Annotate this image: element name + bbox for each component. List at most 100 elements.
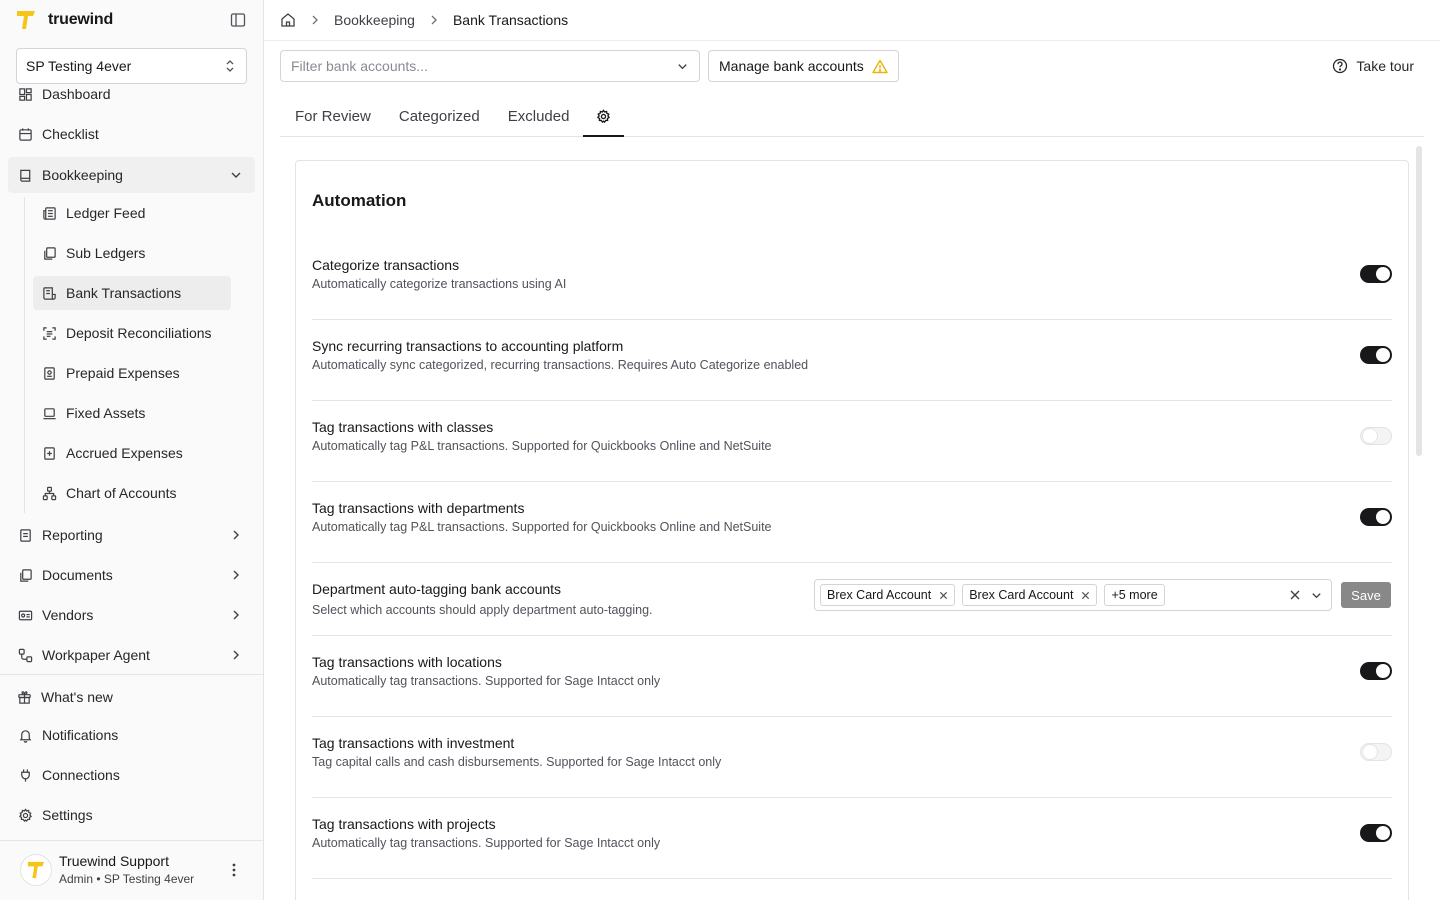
sub-nav-accrued-expenses[interactable]: Accrued Expenses xyxy=(33,436,231,470)
sync-recurring-toggle[interactable] xyxy=(1360,346,1392,364)
automation-title: Automation xyxy=(312,191,407,210)
nav-label: Vendors xyxy=(42,607,94,623)
tab-label: For Review xyxy=(295,107,371,125)
brand[interactable]: truewind xyxy=(16,8,113,32)
take-tour-button[interactable]: Take tour xyxy=(1332,52,1414,80)
dashboard-icon xyxy=(19,87,32,101)
chevron-down-icon[interactable] xyxy=(1310,589,1323,602)
sub-nav-label: Prepaid Expenses xyxy=(66,365,180,381)
tab-settings[interactable] xyxy=(583,96,625,137)
setting-description: Automatically tag transactions. Supporte… xyxy=(312,836,661,850)
more-vertical-icon[interactable] xyxy=(228,862,240,878)
setting-row-projects: Tag transactions with projects Automatic… xyxy=(312,798,1392,879)
main-content: Bookkeeping Bank Transactions Manage ban… xyxy=(264,0,1440,900)
nav-bookkeeping[interactable]: Bookkeeping xyxy=(8,157,255,193)
nav-label: Settings xyxy=(42,807,93,823)
gift-icon xyxy=(18,690,31,704)
nav-label: Reporting xyxy=(42,527,103,543)
investment-toggle[interactable] xyxy=(1360,743,1392,761)
close-icon[interactable] xyxy=(1081,591,1090,600)
chevron-right-icon xyxy=(312,15,318,25)
departments-toggle[interactable] xyxy=(1360,508,1392,526)
home-icon[interactable] xyxy=(280,12,296,28)
tab-excluded[interactable]: Excluded xyxy=(494,96,584,136)
categorize-toggle[interactable] xyxy=(1360,265,1392,283)
tab-for-review[interactable]: For Review xyxy=(280,96,386,136)
warning-icon xyxy=(872,59,888,73)
nav-workpaper-agent[interactable]: Workpaper Agent xyxy=(8,637,255,673)
nav-connections[interactable]: Connections xyxy=(8,757,255,793)
nav-label: Checklist xyxy=(42,126,99,142)
sub-nav-deposit-reconciliations[interactable]: Deposit Reconciliations xyxy=(33,316,231,350)
chevron-right-icon xyxy=(431,15,437,25)
bell-icon xyxy=(19,729,32,743)
nav-label: Notifications xyxy=(42,727,119,743)
nav-reporting[interactable]: Reporting xyxy=(8,517,255,553)
chevron-right-icon xyxy=(233,570,239,580)
user-role: Admin • SP Testing 4ever xyxy=(59,872,195,886)
tab-categorized[interactable]: Categorized xyxy=(386,96,494,136)
setting-row-dept-accounts: Department auto-tagging bank accounts Se… xyxy=(312,563,1392,636)
more-accounts-chip[interactable]: +5 more xyxy=(1104,584,1165,606)
dept-accounts-multiselect[interactable]: Brex Card Account Brex Card Account +5 m… xyxy=(814,579,1332,611)
nav-documents[interactable]: Documents xyxy=(8,557,255,593)
report-icon xyxy=(20,528,31,542)
sub-nav-label: Deposit Reconciliations xyxy=(66,325,212,341)
sub-nav-fixed-assets[interactable]: Fixed Assets xyxy=(33,396,231,430)
setting-description: Automatically tag P&L transactions. Supp… xyxy=(312,439,772,453)
setting-description: Automatically tag transactions. Supporte… xyxy=(312,674,661,688)
chip-label: Brex Card Account xyxy=(827,588,932,602)
manage-bank-accounts-button[interactable]: Manage bank accounts xyxy=(708,50,899,82)
sub-nav-prepaid-expenses[interactable]: Prepaid Expenses xyxy=(33,356,231,390)
projects-toggle[interactable] xyxy=(1360,824,1392,842)
setting-row-locations: Tag transactions with locations Automati… xyxy=(312,636,1392,717)
bank-account-filter[interactable] xyxy=(280,50,700,82)
nav-label: Dashboard xyxy=(42,86,111,102)
chevron-right-icon xyxy=(233,610,239,620)
note-lock-icon xyxy=(44,366,55,380)
setting-title: Department auto-tagging bank accounts xyxy=(312,581,562,597)
save-button[interactable]: Save xyxy=(1341,582,1391,608)
close-icon[interactable] xyxy=(939,591,948,600)
nav-label: Bookkeeping xyxy=(42,167,123,183)
nav-whats-new[interactable]: What's new xyxy=(8,679,255,715)
nav-notifications[interactable]: Notifications xyxy=(8,717,255,753)
nav-dashboard[interactable]: Dashboard xyxy=(8,76,255,112)
sub-nav-bank-transactions[interactable]: Bank Transactions xyxy=(33,276,231,310)
setting-description: Select which accounts should apply depar… xyxy=(312,603,653,617)
locations-toggle[interactable] xyxy=(1360,662,1392,680)
sub-nav-rail xyxy=(24,197,25,513)
truewind-logo-icon xyxy=(27,861,45,879)
setting-description: Automatically categorize transactions us… xyxy=(312,277,567,291)
nav-label: What's new xyxy=(41,689,113,705)
receipt-icon xyxy=(43,286,56,300)
sub-nav-sub-ledgers[interactable]: Sub Ledgers xyxy=(33,236,231,270)
sub-nav-chart-of-accounts[interactable]: Chart of Accounts xyxy=(33,476,231,510)
nav-checklist[interactable]: Checklist xyxy=(8,116,255,152)
chip-label: +5 more xyxy=(1111,588,1158,602)
setting-title: Tag transactions with classes xyxy=(312,419,494,435)
nav-settings[interactable]: Settings xyxy=(8,797,255,833)
setting-row-investment: Tag transactions with investment Tag cap… xyxy=(312,717,1392,798)
user-profile[interactable]: Truewind Support Admin • SP Testing 4eve… xyxy=(20,852,254,888)
sidebar-divider xyxy=(0,840,264,841)
setting-title: Sync recurring transactions to accountin… xyxy=(312,338,624,354)
breadcrumb-bookkeeping[interactable]: Bookkeeping xyxy=(334,12,415,28)
bank-account-filter-input[interactable] xyxy=(291,58,651,74)
laptop-icon xyxy=(43,407,56,419)
workflow-icon xyxy=(18,648,33,662)
scrollbar[interactable] xyxy=(1416,146,1422,456)
setting-row-classes: Tag transactions with classes Automatica… xyxy=(312,401,1392,482)
app-name: truewind xyxy=(48,11,114,28)
nav-vendors[interactable]: Vendors xyxy=(8,597,255,633)
sidebar: truewind SP Testing 4ever Dashboard Chec… xyxy=(0,0,264,900)
sub-nav-label: Bank Transactions xyxy=(66,285,182,301)
classes-toggle[interactable] xyxy=(1360,427,1392,445)
clear-icon[interactable] xyxy=(1289,589,1301,601)
sub-nav-label: Fixed Assets xyxy=(66,405,146,421)
network-icon xyxy=(42,486,57,500)
sub-nav-ledger-feed[interactable]: Ledger Feed xyxy=(33,196,231,230)
sidebar-toggle-icon[interactable] xyxy=(230,12,246,28)
manage-bank-accounts-label: Manage bank accounts xyxy=(719,58,864,74)
book-icon xyxy=(20,169,31,182)
